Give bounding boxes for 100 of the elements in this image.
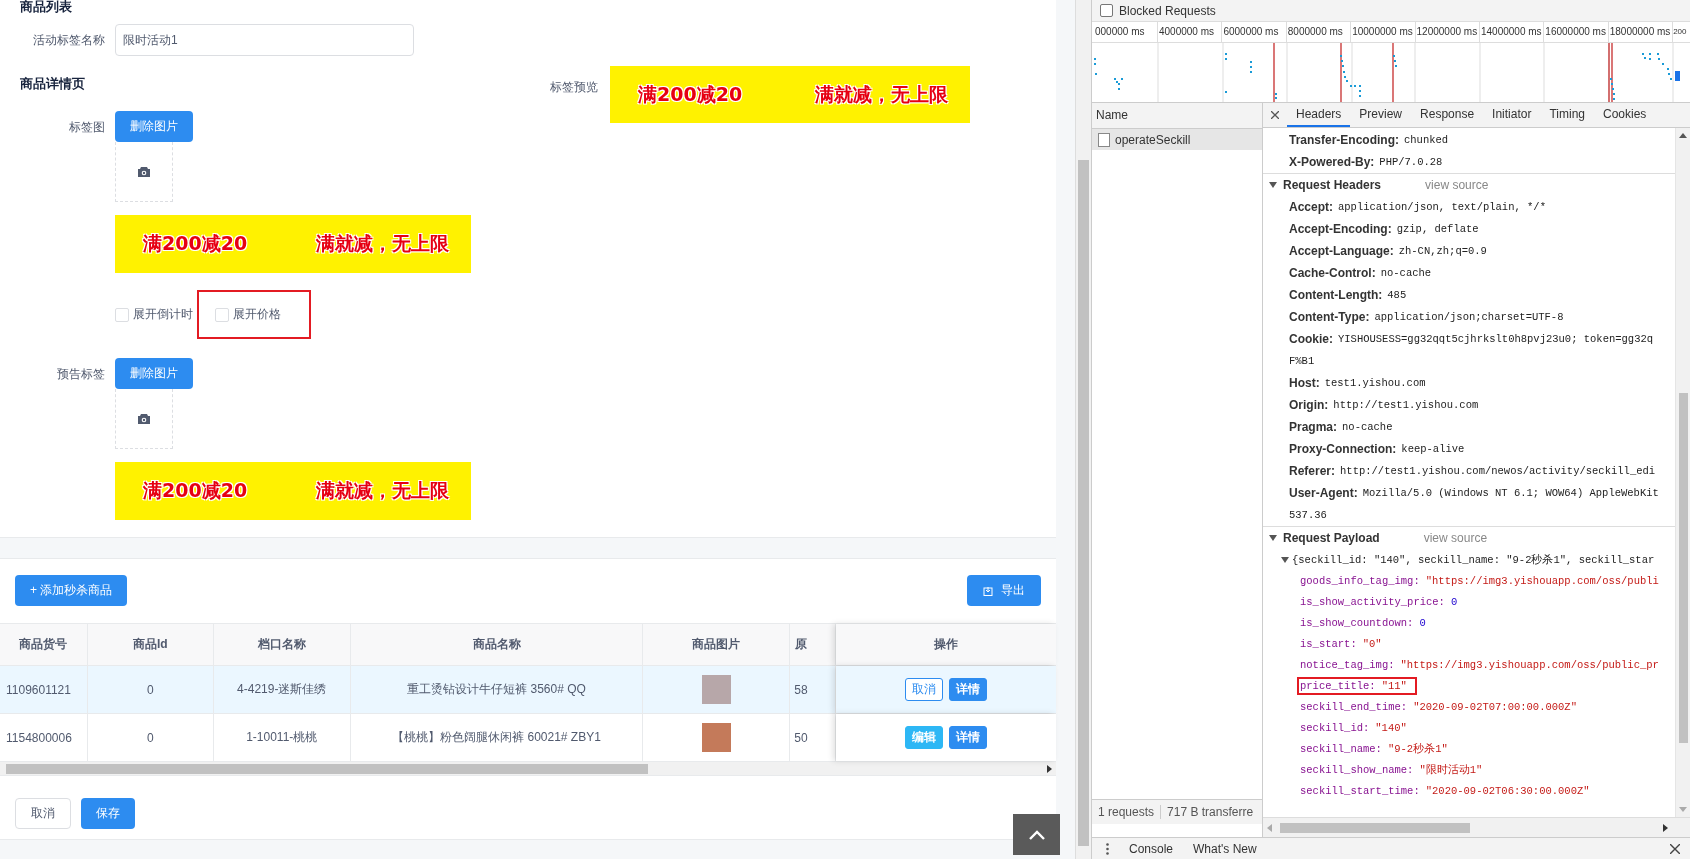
- timeline-tick-label: 18000000 ms: [1608, 22, 1674, 42]
- drawer-tab[interactable]: What's New: [1193, 841, 1257, 856]
- header-name: Cache-Control:: [1289, 266, 1376, 280]
- checkbox-option[interactable]: 展开倒计时: [105, 298, 199, 331]
- status-text: 1 requests: [1097, 805, 1156, 819]
- row-action-button[interactable]: 取消: [905, 678, 944, 701]
- page-scrollbar[interactable]: [1075, 0, 1091, 859]
- header-name: User-Agent:: [1289, 486, 1358, 500]
- caret-icon[interactable]: [1281, 555, 1289, 564]
- timeline-tick-label: 10000000 ms: [1351, 22, 1416, 42]
- upload-box[interactable]: [115, 142, 173, 202]
- table-cell: 1154800006: [0, 714, 88, 761]
- section-title[interactable]: Request Headers: [1283, 178, 1382, 192]
- back-to-top-button[interactable]: [1013, 814, 1060, 855]
- checkbox[interactable]: [1100, 4, 1113, 17]
- panel-tab[interactable]: Cookies: [1594, 103, 1656, 127]
- header-value: http://test1.yishou.com: [1333, 399, 1479, 411]
- header-name: Content-Type:: [1289, 310, 1370, 324]
- header-name: Cookie:: [1289, 332, 1333, 346]
- header-value: no-cache: [1380, 267, 1432, 279]
- payload-value: "https://img3.yishouapp.com/oss/publi: [1425, 574, 1659, 587]
- header-value: YISHOUSESS=gg32qqt5cjhrkslt0h8pvj23u0; token=gg32q: [1338, 333, 1654, 345]
- view-source-link[interactable]: view source: [1425, 178, 1489, 192]
- view-source-link[interactable]: view source: [1423, 531, 1488, 545]
- column-header: 商品名称: [350, 624, 644, 665]
- product-photo-placeholder: [701, 723, 731, 752]
- header-name: Pragma:: [1289, 420, 1338, 434]
- close-icon[interactable]: [1670, 843, 1680, 854]
- header-name: Content-Length:: [1289, 288, 1383, 302]
- payload-key: price_title:: [1300, 679, 1376, 692]
- payload-key: seckill_start_time:: [1300, 784, 1420, 797]
- header-name: Host:: [1289, 376, 1320, 390]
- section-heading: 商品详情页: [20, 76, 86, 92]
- scroll-up-icon[interactable]: [1679, 133, 1687, 138]
- option-label[interactable]: 展开价格: [233, 306, 281, 323]
- header-name: Proxy-Connection:: [1289, 442, 1397, 456]
- header-name: Accept-Language:: [1289, 244, 1394, 258]
- caret-icon[interactable]: [1269, 181, 1277, 189]
- checkbox-option[interactable]: 展开价格: [205, 298, 287, 331]
- payload-value: "限时活动1": [1419, 762, 1483, 777]
- header-value: application/json, text/plain, */*: [1338, 201, 1546, 213]
- name-input[interactable]: 限时活动1: [115, 24, 414, 56]
- header-name: Accept:: [1289, 200, 1333, 214]
- field-label: 活动标签名称: [32, 31, 105, 49]
- timeline-tick-label: 000000 ms: [1094, 22, 1158, 42]
- payload-value: "2020-09-02T06:30:00.000Z": [1425, 784, 1590, 797]
- column-header: 商品图片: [643, 624, 791, 665]
- table-cell: 0: [87, 714, 214, 761]
- table-cell: 重工烫钻设计牛仔短裤 3560# QQ: [350, 666, 644, 713]
- vertical-scrollbar[interactable]: [1675, 128, 1690, 817]
- chevron-up-icon: [1028, 829, 1045, 840]
- payload-key: seckill_show_name:: [1300, 763, 1414, 776]
- cancel-button[interactable]: 取消: [15, 798, 71, 829]
- field-label: 预告标签: [56, 366, 105, 383]
- panel-tab[interactable]: Initiator: [1483, 103, 1541, 127]
- horizontal-scrollbar[interactable]: [0, 762, 1056, 776]
- payload-key: is_start:: [1300, 637, 1357, 650]
- payload-value: 0: [1450, 595, 1458, 608]
- payload-key: goods_info_tag_img:: [1300, 574, 1420, 587]
- header-name: Accept-Encoding:: [1289, 222, 1392, 236]
- camera-icon: [137, 412, 151, 425]
- panel-tab[interactable]: Preview: [1350, 103, 1412, 127]
- table-row[interactable]: 1109601121 0 4-4219-迷斯佳绣 重工烫钻设计牛仔短裤 3560# QQ 58 取消 详情: [0, 666, 1056, 714]
- horizontal-scrollbar[interactable]: [1263, 817, 1690, 837]
- file-icon: [1098, 132, 1110, 147]
- more-icon[interactable]: [1106, 842, 1109, 855]
- table-cell: 0: [87, 666, 214, 713]
- panel-tab[interactable]: Headers: [1287, 103, 1351, 127]
- timeline-tick-label: 4000000 ms: [1158, 22, 1223, 42]
- panel-tab[interactable]: Timing: [1540, 103, 1594, 127]
- payload-value: "9-2秒杀1": [1387, 741, 1448, 756]
- export-icon: [983, 585, 993, 596]
- checkbox-label[interactable]: Blocked Requests: [1119, 3, 1216, 18]
- timeline-tick-label: 14000000 ms: [1479, 22, 1545, 42]
- payload-value: "0": [1362, 637, 1382, 650]
- timeline-tick-label: 16000000 ms: [1544, 22, 1609, 42]
- status-text: 717 B transferre: [1160, 805, 1260, 819]
- drawer-tab[interactable]: Console: [1129, 841, 1174, 856]
- option-label[interactable]: 展开倒计时: [133, 306, 193, 323]
- scroll-right-icon[interactable]: [1663, 823, 1668, 832]
- banner-text: 满200减20: [143, 231, 248, 256]
- header-name: X-Powered-By:: [1289, 155, 1375, 169]
- caret-icon[interactable]: [1269, 534, 1277, 542]
- payload-value: 0: [1419, 616, 1426, 629]
- request-name[interactable]: operateSeckill: [1115, 132, 1191, 147]
- payload-key: is_show_activity_price:: [1300, 595, 1445, 608]
- header-value: 537.36: [1289, 509, 1327, 521]
- scroll-right-icon[interactable]: [1047, 764, 1052, 773]
- payload-summary: {seckill_id: "140", seckill_name: "9-2秒杀1", seckill_star: [1292, 552, 1655, 567]
- table-cell: 1-10011-桃桃: [213, 714, 351, 761]
- section-title[interactable]: Request Payload: [1283, 531, 1380, 545]
- header-value: Mozilla/5.0 (Windows NT 6.1; WOW64) AppleWebKit: [1362, 487, 1659, 499]
- banner-text: 满200减20: [638, 81, 743, 107]
- header-value: http://test1.yishou.com/newos/activity/seckill_edi: [1340, 465, 1656, 477]
- camera-icon: [137, 165, 151, 178]
- table-cell: 【桃桃】粉色阔腿休闲裤 60021# ZBY1: [350, 714, 644, 761]
- payload-value: "140": [1375, 721, 1407, 734]
- request-row[interactable]: operateSeckill: [1092, 129, 1262, 150]
- panel-tab[interactable]: Response: [1411, 103, 1484, 127]
- upload-box[interactable]: [115, 389, 173, 449]
